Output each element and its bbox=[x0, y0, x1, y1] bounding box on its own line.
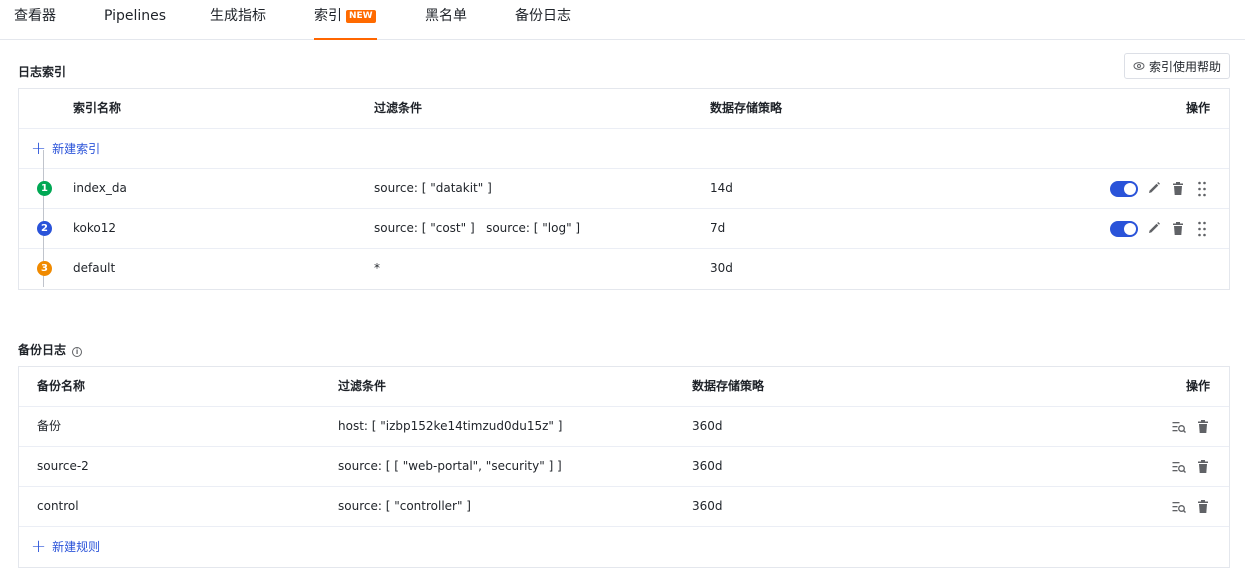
tab-backup-log[interactable]: 备份日志 bbox=[515, 8, 571, 40]
row-number-badge: 2 bbox=[37, 221, 52, 236]
backup-name: 备份 bbox=[37, 419, 62, 433]
trash-icon[interactable] bbox=[1170, 220, 1186, 238]
new-badge: NEW bbox=[346, 10, 376, 23]
add-index-label: 新建索引 bbox=[52, 141, 101, 156]
plus-icon: + bbox=[31, 536, 47, 557]
table-row: 备份 host: [ "izbp152ke14timzud0du15z" ] 3… bbox=[19, 407, 1229, 447]
log-index-title: 日志索引 bbox=[18, 65, 67, 79]
index-name: default bbox=[73, 261, 116, 275]
table-row: 2 koko12 source: [ "cost" ] source: [ "l… bbox=[19, 209, 1229, 249]
backup-log-title-wrap: 备份日志 i bbox=[18, 341, 83, 358]
col-filter: 过滤条件 bbox=[374, 101, 423, 115]
edit-icon[interactable] bbox=[1146, 220, 1162, 238]
drag-handle-icon[interactable] bbox=[1194, 220, 1210, 238]
col-backup-name: 备份名称 bbox=[37, 379, 86, 393]
col-retention: 数据存储策略 bbox=[692, 379, 765, 393]
col-actions: 操作 bbox=[1186, 379, 1211, 393]
backup-retention: 360d bbox=[692, 459, 723, 473]
backup-filter: source: [ "controller" ] bbox=[338, 499, 471, 513]
log-index-table: 索引名称 过滤条件 数据存储策略 操作 + 新建索引 1 index_da so… bbox=[18, 88, 1230, 290]
tab-viewer[interactable]: 查看器 bbox=[14, 8, 56, 40]
drag-handle-icon[interactable] bbox=[1194, 180, 1210, 198]
trash-icon[interactable] bbox=[1170, 180, 1186, 198]
tab-index[interactable]: 索引 NEW bbox=[314, 8, 377, 40]
tab-pipelines[interactable]: Pipelines bbox=[104, 8, 166, 40]
add-rule-button[interactable]: + 新建规则 bbox=[31, 527, 100, 567]
tab-label: 生成指标 bbox=[210, 8, 266, 24]
index-retention: 7d bbox=[710, 221, 726, 235]
tab-label: 备份日志 bbox=[515, 8, 571, 24]
tab-label: 黑名单 bbox=[425, 8, 467, 24]
index-name: koko12 bbox=[73, 221, 116, 235]
backup-log-title: 备份日志 bbox=[18, 343, 67, 357]
add-index-row: + 新建索引 bbox=[19, 129, 1229, 169]
search-list-icon[interactable] bbox=[1171, 498, 1187, 516]
table-header-row: 索引名称 过滤条件 数据存储策略 操作 bbox=[19, 89, 1229, 129]
trash-icon[interactable] bbox=[1195, 418, 1211, 436]
index-retention: 14d bbox=[710, 181, 733, 195]
table-row: source-2 source: [ [ "web-portal", "secu… bbox=[19, 447, 1229, 487]
add-rule-row: + 新建规则 bbox=[19, 527, 1229, 567]
table-header-row: 备份名称 过滤条件 数据存储策略 操作 bbox=[19, 367, 1229, 407]
row-number-badge: 1 bbox=[37, 181, 52, 196]
search-list-icon[interactable] bbox=[1171, 458, 1187, 476]
col-retention: 数据存储策略 bbox=[710, 101, 783, 115]
index-filter: * bbox=[374, 261, 380, 275]
help-button-label: 索引使用帮助 bbox=[1148, 59, 1221, 74]
add-index-button[interactable]: + 新建索引 bbox=[31, 129, 100, 169]
row-number-badge: 3 bbox=[37, 261, 52, 276]
trash-icon[interactable] bbox=[1195, 458, 1211, 476]
table-row: 3 default * 30d bbox=[19, 249, 1229, 289]
edit-icon[interactable] bbox=[1146, 180, 1162, 198]
tab-blacklist[interactable]: 黑名单 bbox=[425, 8, 467, 40]
index-name: index_da bbox=[73, 181, 127, 195]
table-row: 1 index_da source: [ "datakit" ] 14d bbox=[19, 169, 1229, 209]
backup-filter: host: [ "izbp152ke14timzud0du15z" ] bbox=[338, 419, 563, 433]
tab-label: 查看器 bbox=[14, 8, 56, 24]
col-filter: 过滤条件 bbox=[338, 379, 387, 393]
col-index-name: 索引名称 bbox=[73, 101, 122, 115]
index-help-button[interactable]: 索引使用帮助 bbox=[1124, 53, 1230, 79]
backup-retention: 360d bbox=[692, 419, 723, 433]
backup-name: control bbox=[37, 499, 79, 513]
info-icon[interactable]: i bbox=[72, 347, 83, 357]
index-retention: 30d bbox=[710, 261, 733, 275]
eye-icon bbox=[1133, 62, 1145, 70]
search-list-icon[interactable] bbox=[1171, 418, 1187, 436]
tab-label: 索引 bbox=[314, 8, 342, 24]
trash-icon[interactable] bbox=[1195, 498, 1211, 516]
tab-generate-metrics[interactable]: 生成指标 bbox=[210, 8, 266, 40]
backup-log-table: 备份名称 过滤条件 数据存储策略 操作 备份 host: [ "izbp152k… bbox=[18, 366, 1230, 568]
col-actions: 操作 bbox=[1186, 101, 1211, 115]
table-row: control source: [ "controller" ] 360d bbox=[19, 487, 1229, 527]
top-tab-bar: 查看器 Pipelines 生成指标 索引 NEW 黑名单 备份日志 bbox=[0, 0, 1245, 40]
enable-toggle[interactable] bbox=[1110, 221, 1138, 237]
add-rule-label: 新建规则 bbox=[52, 539, 101, 554]
backup-filter: source: [ [ "web-portal", "security" ] ] bbox=[338, 459, 562, 473]
index-filter: source: [ "datakit" ] bbox=[374, 181, 492, 195]
enable-toggle[interactable] bbox=[1110, 181, 1138, 197]
tab-label: Pipelines bbox=[104, 8, 167, 24]
index-filter: source: [ "cost" ] source: [ "log" ] bbox=[374, 221, 581, 235]
backup-retention: 360d bbox=[692, 499, 723, 513]
backup-name: source-2 bbox=[37, 459, 89, 473]
